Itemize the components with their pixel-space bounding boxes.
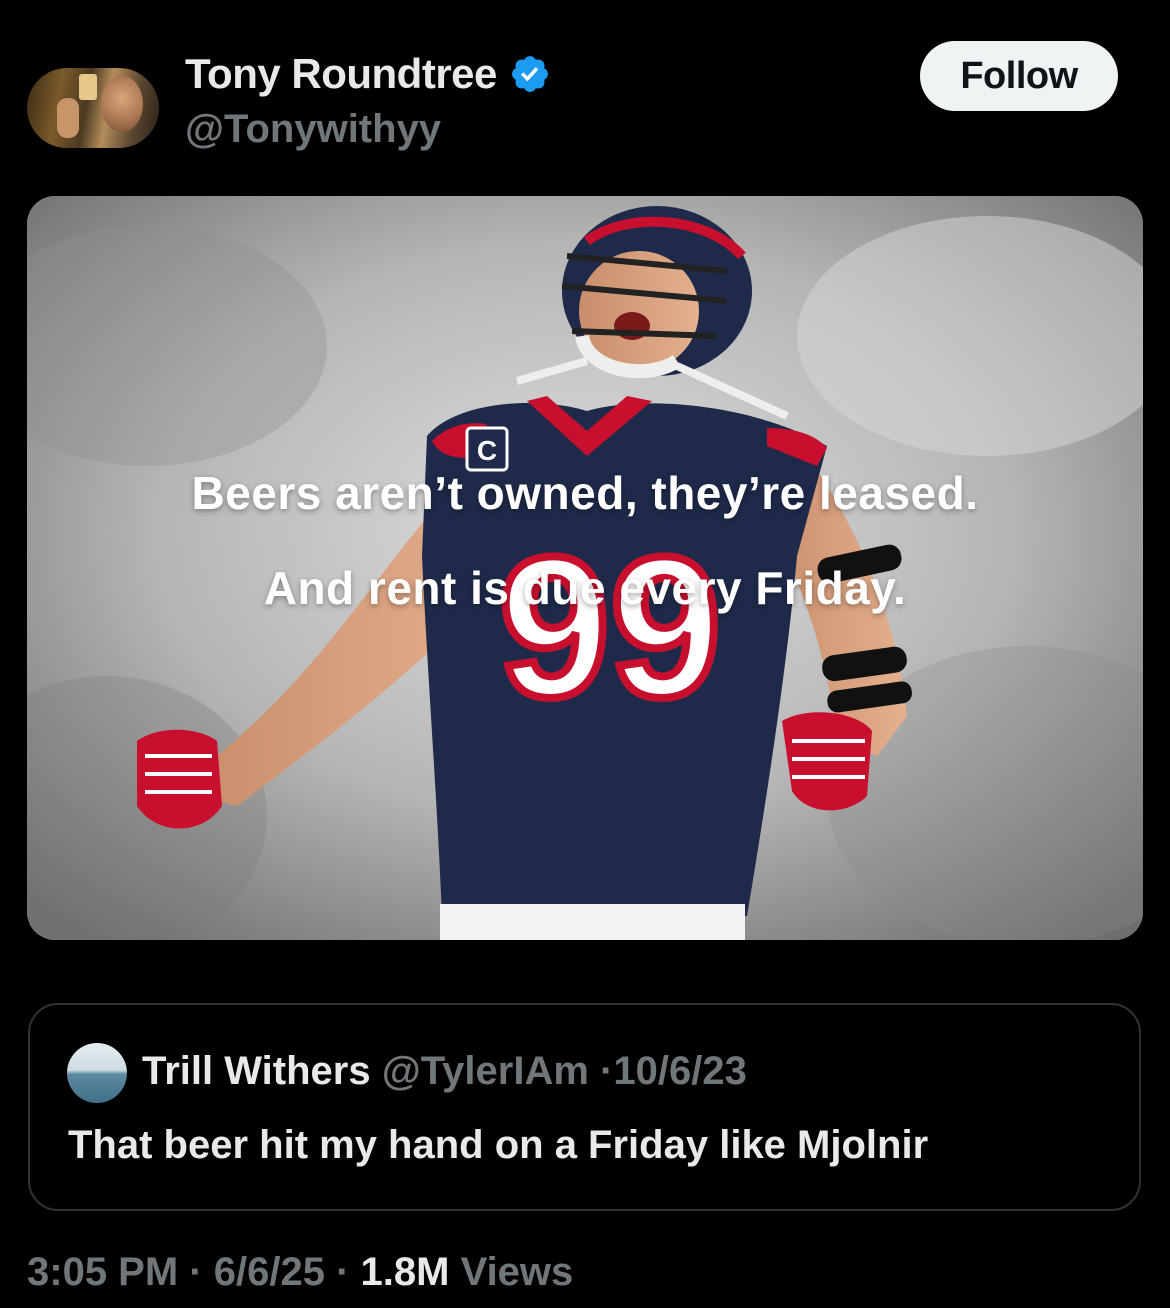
svg-text:C: C bbox=[477, 435, 497, 466]
author-display-name[interactable]: Tony Roundtree bbox=[185, 50, 497, 98]
quoted-author-handle[interactable]: @TylerIAm bbox=[382, 1049, 589, 1093]
post-time[interactable]: 3:05 PM bbox=[27, 1250, 178, 1294]
views-count[interactable]: 1.8M bbox=[361, 1250, 450, 1294]
post-image[interactable]: C 99 Beers aren’t owned, they’re leased.… bbox=[27, 196, 1143, 940]
image-caption-line-1: Beers aren’t owned, they’re leased. bbox=[191, 467, 979, 519]
author-handle[interactable]: @Tonywithyy bbox=[185, 107, 441, 152]
quoted-post[interactable]: Trill Withers @TylerIAm ·10/6/23 That be… bbox=[28, 1003, 1141, 1211]
follow-button[interactable]: Follow bbox=[920, 41, 1118, 111]
quoted-author-avatar[interactable] bbox=[67, 1043, 127, 1103]
quoted-post-header: Trill Withers @TylerIAm ·10/6/23 bbox=[142, 1049, 747, 1094]
avatar-cup bbox=[79, 74, 97, 100]
author-name-row[interactable]: Tony Roundtree bbox=[185, 50, 551, 98]
avatar-hand bbox=[57, 98, 79, 138]
author-avatar[interactable] bbox=[27, 68, 159, 148]
post-detail: Tony Roundtree @Tonywithyy Follow C 99 B… bbox=[0, 0, 1170, 1308]
image-caption-line-2: And rent is due every Friday. bbox=[263, 562, 907, 614]
avatar-face bbox=[101, 76, 143, 132]
quoted-post-text: That beer hit my hand on a Friday like M… bbox=[68, 1123, 929, 1167]
quoted-post-date[interactable]: 10/6/23 bbox=[613, 1049, 746, 1093]
svg-text:99: 99 bbox=[499, 516, 721, 739]
quoted-author-name[interactable]: Trill Withers bbox=[142, 1049, 371, 1093]
views-label: Views bbox=[460, 1250, 574, 1294]
quoted-meta-separator: · bbox=[600, 1049, 614, 1093]
post-metadata: 3:05 PM · 6/6/25 · 1.8M Views bbox=[27, 1250, 573, 1295]
post-date[interactable]: 6/6/25 bbox=[214, 1250, 325, 1294]
footer-separator-2: · bbox=[336, 1250, 350, 1294]
verified-badge-icon bbox=[511, 56, 548, 92]
footer-separator-1: · bbox=[189, 1250, 203, 1294]
